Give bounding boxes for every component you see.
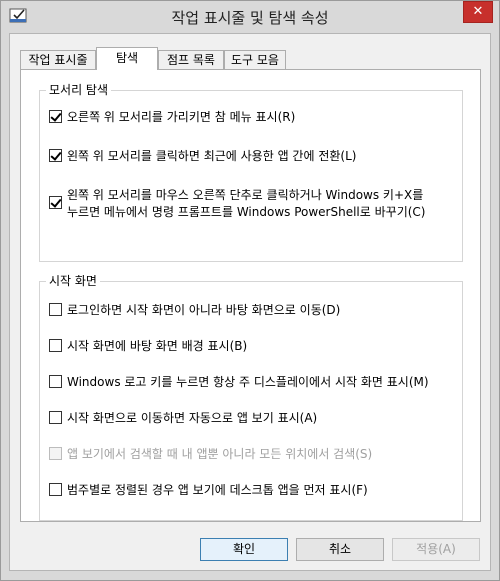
option-label-line2: 누르면 메뉴에서 명령 프롬프트를 Windows PowerShell로 바꾸… [67, 205, 426, 219]
option-replace-command-prompt[interactable]: 왼쪽 위 모서리를 마우스 오른쪽 단추로 클릭하거나 Windows 키+X를… [49, 187, 454, 221]
dialog-client-area: 작업 표시줄 탐색 점프 목록 도구 모음 모서리 탐색 오른쪽 위 모서리를 … [9, 33, 491, 571]
option-label: 시작 화면에 바탕 화면 배경 표시(B) [67, 339, 248, 353]
option-show-apps-view[interactable]: 시작 화면으로 이동하면 자동으로 앱 보기 표시(A) [49, 410, 454, 427]
option-go-to-desktop[interactable]: 로그인하면 시작 화면이 아니라 바탕 화면으로 이동(D) [49, 302, 454, 319]
tab-taskbar[interactable]: 작업 표시줄 [20, 50, 96, 69]
option-label: 오른쪽 위 모서리를 가리키면 참 메뉴 표시(R) [67, 110, 296, 124]
tab-navigation[interactable]: 탐색 [96, 47, 158, 70]
window-title: 작업 표시줄 및 탐색 속성 [171, 9, 329, 27]
checkbox[interactable] [49, 303, 62, 316]
start-screen-legend: 시작 화면 [46, 273, 100, 289]
close-button[interactable]: ✕ [463, 1, 493, 23]
corner-navigation-legend: 모서리 탐색 [46, 82, 112, 98]
close-icon: ✕ [472, 4, 484, 19]
checkbox[interactable] [49, 196, 62, 209]
cancel-button[interactable]: 취소 [296, 538, 384, 561]
option-label-line1: 왼쪽 위 모서리를 마우스 오른쪽 단추로 클릭하거나 Windows 키+X를 [67, 188, 424, 202]
option-label: 왼쪽 위 모서리를 클릭하면 최근에 사용한 앱 간에 전환(L) [67, 149, 357, 163]
option-label: 시작 화면으로 이동하면 자동으로 앱 보기 표시(A) [67, 411, 318, 425]
option-show-desktop-background[interactable]: 시작 화면에 바탕 화면 배경 표시(B) [49, 338, 454, 355]
tab-toolbars[interactable]: 도구 모음 [224, 50, 286, 69]
checkbox[interactable] [49, 375, 62, 388]
checkbox[interactable] [49, 411, 62, 424]
title-bar[interactable]: 작업 표시줄 및 탐색 속성 ✕ [1, 1, 499, 33]
option-show-start-on-main-display[interactable]: Windows 로고 키를 누르면 항상 주 디스플레이에서 시작 화면 표시(… [49, 374, 454, 391]
option-label: Windows 로고 키를 누르면 항상 주 디스플레이에서 시작 화면 표시(… [67, 375, 429, 389]
option-list-desktop-apps-first[interactable]: 범주별로 정렬된 경우 앱 보기에 데스크톱 앱을 먼저 표시(F) [49, 482, 454, 499]
start-screen-group: 시작 화면 로그인하면 시작 화면이 아니라 바탕 화면으로 이동(D) 시작 … [39, 273, 463, 521]
apply-button: 적용(A) [392, 538, 480, 561]
corner-navigation-group: 모서리 탐색 오른쪽 위 모서리를 가리키면 참 메뉴 표시(R) 왼쪽 위 모… [39, 82, 463, 262]
checkbox[interactable] [49, 483, 62, 496]
option-charms-top-right[interactable]: 오른쪽 위 모서리를 가리키면 참 메뉴 표시(R) [49, 109, 454, 126]
option-label: 범주별로 정렬된 경우 앱 보기에 데스크톱 앱을 먼저 표시(F) [67, 483, 368, 497]
navigation-tab-panel: 모서리 탐색 오른쪽 위 모서리를 가리키면 참 메뉴 표시(R) 왼쪽 위 모… [20, 69, 481, 522]
checkbox[interactable] [49, 339, 62, 352]
checkbox [49, 447, 62, 460]
option-label: 앱 보기에서 검색할 때 내 앱뿐 아니라 모든 위치에서 검색(S) [67, 447, 373, 461]
checkbox[interactable] [49, 149, 62, 162]
tab-jump-lists[interactable]: 점프 목록 [158, 50, 224, 69]
option-search-everywhere: 앱 보기에서 검색할 때 내 앱뿐 아니라 모든 위치에서 검색(S) [49, 446, 454, 463]
option-switch-recent-apps[interactable]: 왼쪽 위 모서리를 클릭하면 최근에 사용한 앱 간에 전환(L) [49, 148, 454, 165]
properties-dialog: 작업 표시줄 및 탐색 속성 ✕ 작업 표시줄 탐색 점프 목록 도구 모음 모… [0, 0, 500, 581]
checkbox[interactable] [49, 110, 62, 123]
option-label: 로그인하면 시작 화면이 아니라 바탕 화면으로 이동(D) [67, 303, 341, 317]
ok-button[interactable]: 확인 [200, 538, 288, 561]
